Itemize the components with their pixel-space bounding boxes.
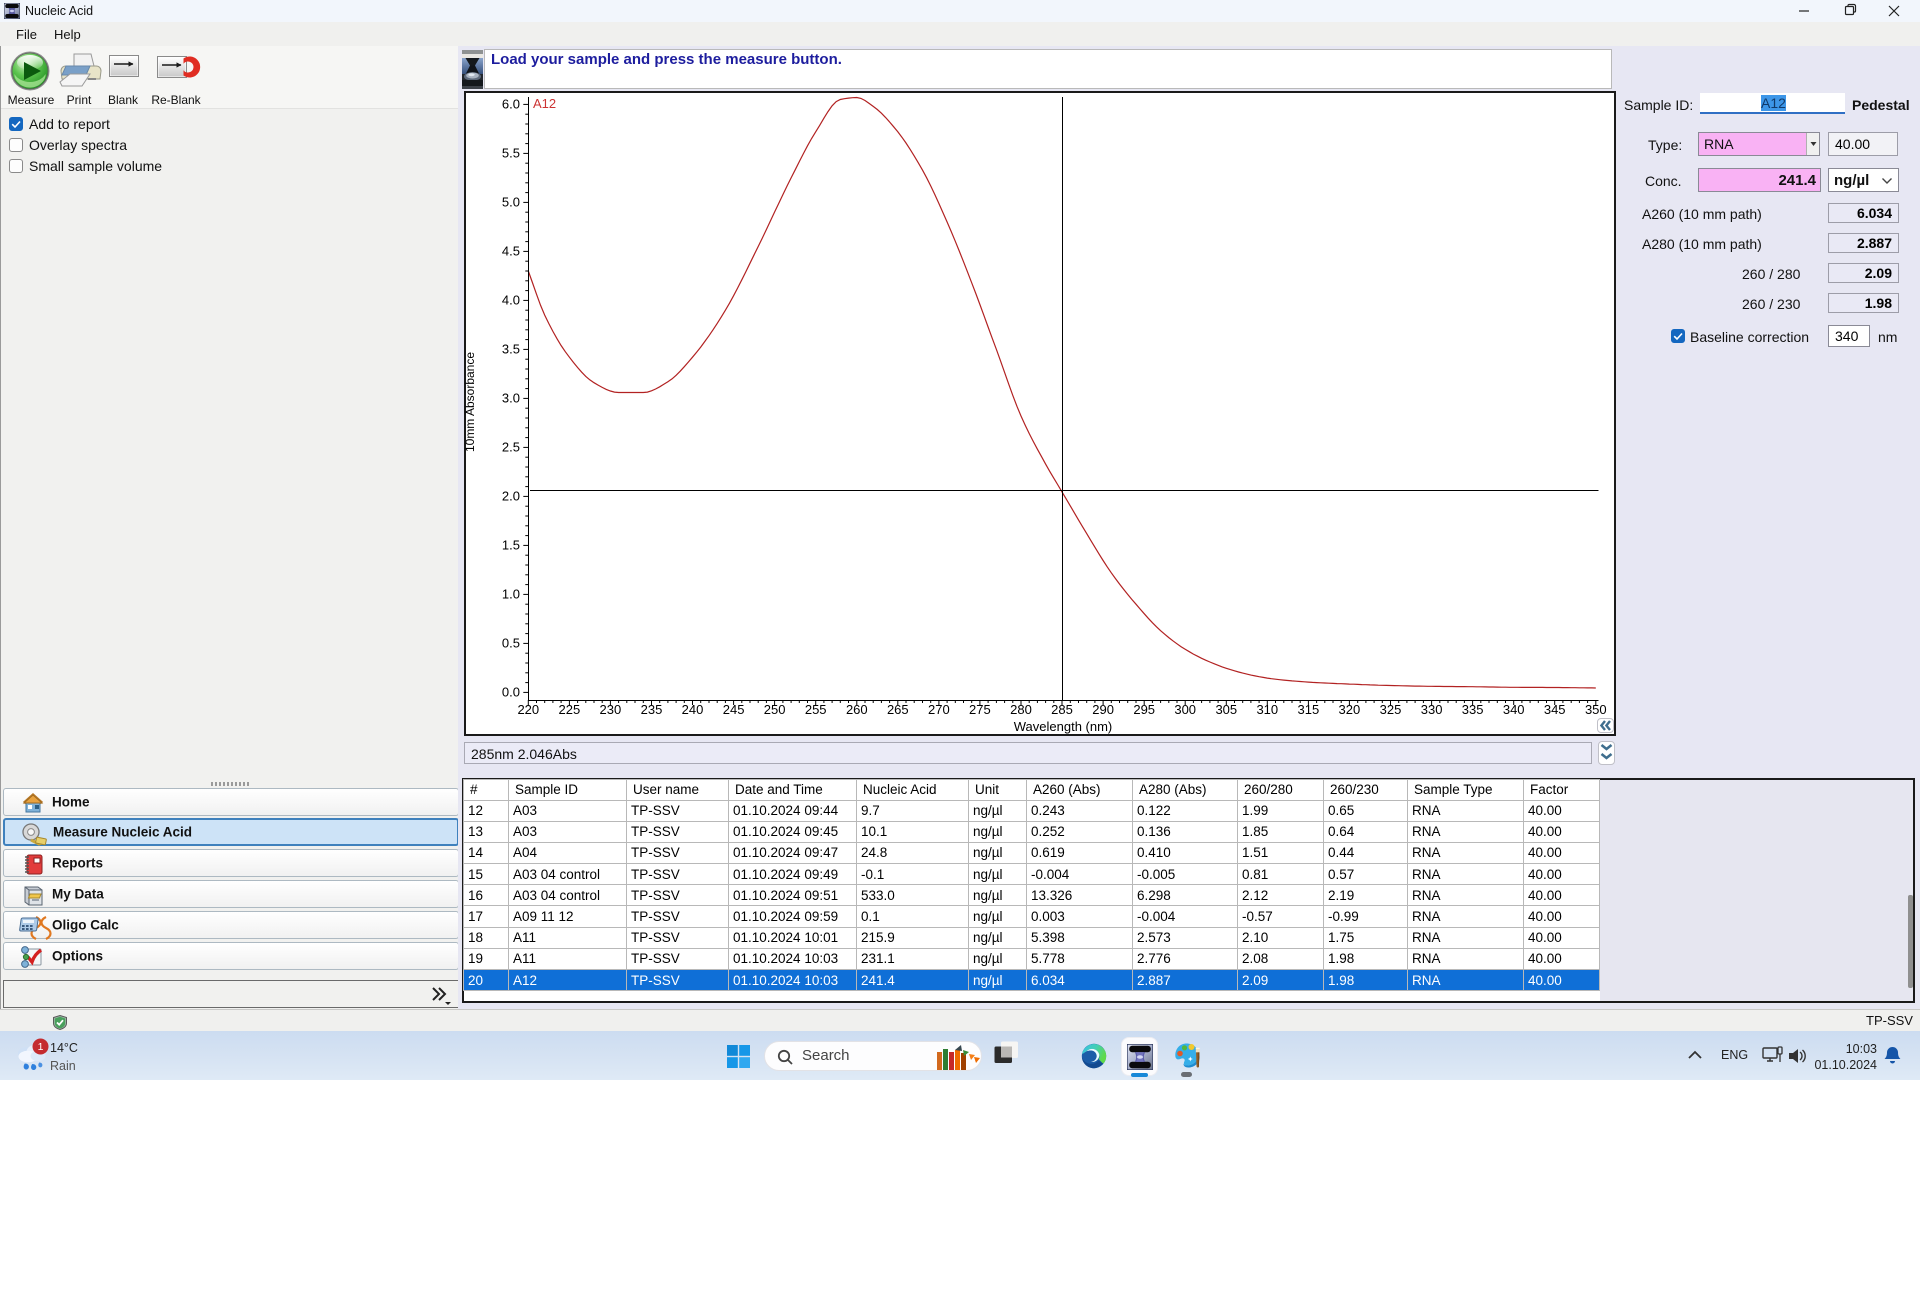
svg-text:1.5: 1.5 — [502, 537, 520, 552]
svg-text:295: 295 — [1133, 702, 1155, 717]
svg-text:255: 255 — [805, 702, 827, 717]
svg-text:235: 235 — [641, 702, 663, 717]
svg-text:225: 225 — [559, 702, 581, 717]
svg-text:5.5: 5.5 — [502, 145, 520, 160]
svg-text:6.0: 6.0 — [502, 96, 520, 111]
svg-text:0.5: 0.5 — [502, 635, 520, 650]
svg-text:335: 335 — [1462, 702, 1484, 717]
svg-text:290: 290 — [1092, 702, 1114, 717]
svg-text:310: 310 — [1256, 702, 1278, 717]
svg-text:2.0: 2.0 — [502, 488, 520, 503]
svg-text:280: 280 — [1010, 702, 1032, 717]
svg-text:3.5: 3.5 — [502, 341, 520, 356]
svg-text:10mm Absorbance: 10mm Absorbance — [463, 352, 477, 452]
svg-text:345: 345 — [1544, 702, 1566, 717]
svg-text:240: 240 — [682, 702, 704, 717]
svg-text:5.0: 5.0 — [502, 194, 520, 209]
svg-text:2.5: 2.5 — [502, 439, 520, 454]
svg-text:350: 350 — [1585, 702, 1607, 717]
svg-text:A12: A12 — [533, 96, 556, 111]
svg-text:0.0: 0.0 — [502, 684, 520, 699]
svg-text:325: 325 — [1380, 702, 1402, 717]
svg-text:4.0: 4.0 — [502, 292, 520, 307]
svg-text:220: 220 — [517, 702, 539, 717]
svg-text:305: 305 — [1215, 702, 1237, 717]
svg-text:1.0: 1.0 — [502, 586, 520, 601]
svg-text:230: 230 — [600, 702, 622, 717]
svg-text:260: 260 — [846, 702, 868, 717]
svg-text:250: 250 — [764, 702, 786, 717]
svg-text:315: 315 — [1298, 702, 1320, 717]
svg-text:285: 285 — [1051, 702, 1073, 717]
svg-text:270: 270 — [928, 702, 950, 717]
svg-text:Wavelength (nm): Wavelength (nm) — [1014, 719, 1113, 734]
svg-text:300: 300 — [1174, 702, 1196, 717]
svg-text:340: 340 — [1503, 702, 1525, 717]
svg-text:275: 275 — [969, 702, 991, 717]
svg-text:3.0: 3.0 — [502, 390, 520, 405]
svg-text:1: 1 — [38, 1041, 44, 1053]
svg-text:330: 330 — [1421, 702, 1443, 717]
svg-text:4.5: 4.5 — [502, 243, 520, 258]
svg-text:245: 245 — [723, 702, 745, 717]
svg-text:320: 320 — [1339, 702, 1361, 717]
svg-text:265: 265 — [887, 702, 909, 717]
